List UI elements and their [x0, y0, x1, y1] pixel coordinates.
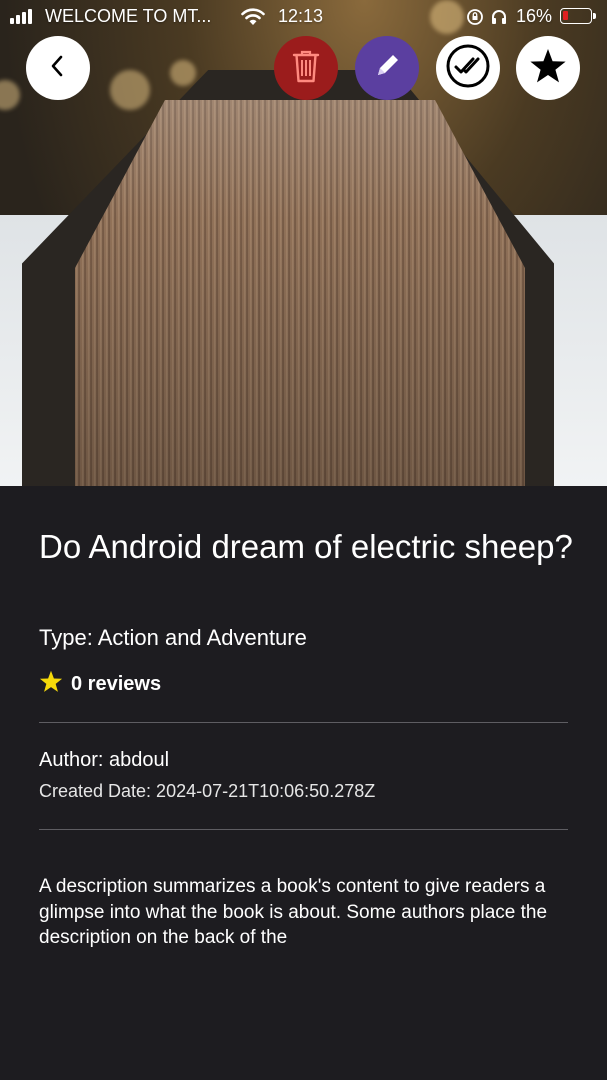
- signal-icon: [10, 8, 32, 24]
- mark-read-button[interactable]: [436, 36, 500, 100]
- trash-icon: [291, 48, 321, 89]
- star-rating-icon: [39, 670, 63, 699]
- book-description: A description summarizes a book's conten…: [39, 876, 548, 948]
- reviews-summary[interactable]: 0 reviews: [39, 670, 161, 699]
- book-title: Do Android dream of electric sheep?: [39, 528, 573, 565]
- back-button[interactable]: [26, 36, 90, 100]
- book-author: Author: abdoul: [39, 749, 170, 771]
- wifi-icon: [240, 7, 266, 32]
- divider: [39, 722, 568, 723]
- edit-button[interactable]: [355, 36, 419, 100]
- status-bar: WELCOME TO MT... 12:13 16%: [0, 0, 607, 34]
- book-created-date: Created Date: 2024-07-21T10:06:50.278Z: [39, 781, 376, 801]
- carrier-label: WELCOME TO MT...: [45, 6, 212, 26]
- pencil-icon: [371, 50, 403, 87]
- book-type: Type: Action and Adventure: [39, 625, 307, 650]
- battery-percentage: 16%: [516, 6, 553, 26]
- double-check-icon: [445, 43, 491, 94]
- divider: [39, 829, 568, 830]
- reviews-count: 0 reviews: [71, 673, 162, 695]
- favorite-button[interactable]: [516, 36, 580, 100]
- star-icon: [529, 48, 567, 89]
- chevron-left-icon: [47, 53, 69, 84]
- clock: 12:13: [278, 6, 324, 26]
- delete-button[interactable]: [274, 36, 338, 100]
- rotation-lock-icon: [466, 8, 484, 31]
- battery-icon: [560, 8, 596, 24]
- headphones-icon: [490, 8, 508, 31]
